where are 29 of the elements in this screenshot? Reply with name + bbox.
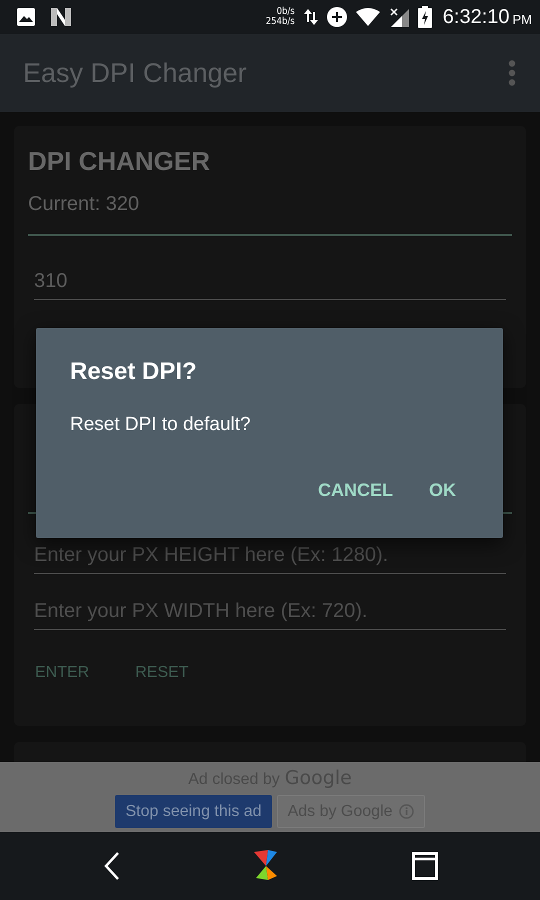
image-icon: [16, 7, 36, 27]
dialog-message: Reset DPI to default?: [70, 414, 252, 436]
data-arrows-icon: [304, 7, 318, 27]
stop-ad-button[interactable]: Stop seeing this ad: [115, 795, 272, 828]
text-button[interactable]: ENTER: [35, 664, 90, 682]
text-button[interactable]: RESET: [135, 664, 189, 682]
clock-period: PM: [512, 12, 532, 27]
signal-icon: [388, 7, 409, 27]
n-logo-icon: [50, 7, 72, 27]
input-field[interactable]: Enter your PX WIDTH here (Ex: 720).: [34, 596, 506, 630]
app-title: Easy DPI Changer: [23, 58, 247, 88]
dialog-title: Reset DPI?: [70, 358, 198, 386]
input-field[interactable]: 310: [34, 266, 506, 300]
dialog-button[interactable]: CANCEL: [318, 480, 393, 501]
plus-circle-icon: [326, 7, 347, 27]
hourglass-logo-icon: [254, 850, 278, 882]
input-field[interactable]: Enter your PX HEIGHT here (Ex: 1280).: [34, 540, 506, 574]
network-speed: 254b/s: [266, 17, 295, 27]
info-icon: [398, 804, 414, 819]
recents-icon: [412, 852, 438, 880]
network-speed: 0b/s: [276, 7, 295, 17]
current-dpi-label: Current: 320: [28, 193, 140, 217]
more-icon: [508, 60, 516, 86]
card-title: DPI CHANGER: [28, 146, 212, 176]
battery-charging-icon: [418, 6, 432, 28]
clock-time: 6:32:10: [442, 6, 510, 28]
back-icon: [104, 852, 120, 880]
dialog-button[interactable]: OK: [429, 480, 456, 501]
wifi-icon: [356, 8, 380, 26]
